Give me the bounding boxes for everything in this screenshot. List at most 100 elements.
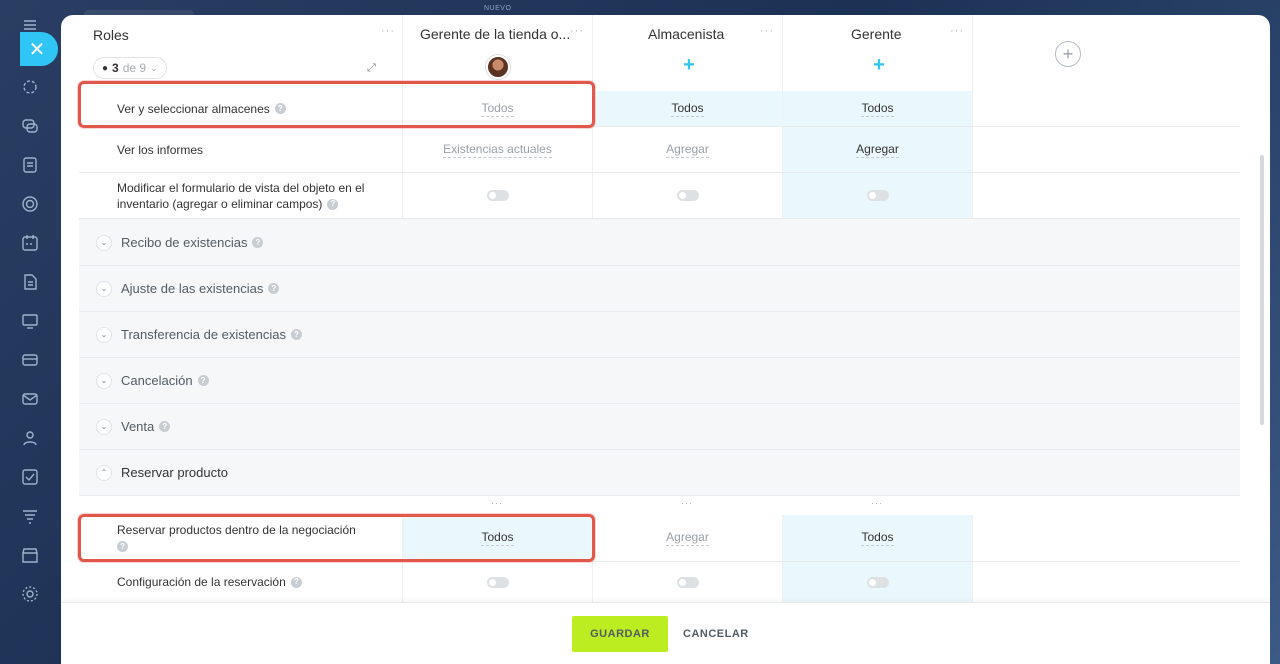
permission-value: Agregar	[666, 141, 709, 158]
permission-cell[interactable]: Todos	[593, 91, 783, 126]
section-stock-transfer[interactable]: ⌄ Transferencia de existencias?	[79, 312, 1240, 358]
section-reserve-product[interactable]: ⌃ Reservar producto	[79, 450, 1240, 496]
empty-cell	[973, 562, 1240, 602]
permission-toggle[interactable]	[486, 576, 509, 588]
role-menu-dots[interactable]: ···	[760, 26, 774, 37]
permission-toggle[interactable]	[486, 190, 509, 201]
permission-value: Existencias actuales	[443, 141, 552, 158]
document-icon[interactable]	[21, 273, 39, 291]
help-icon[interactable]: ?	[268, 283, 280, 294]
permission-cell[interactable]	[593, 173, 783, 218]
eye-icon: ●	[102, 62, 109, 74]
permission-value: Agregar	[856, 141, 899, 158]
add-user-button[interactable]: +	[869, 55, 889, 76]
empty-cell	[973, 173, 1240, 218]
roles-menu-dots[interactable]: ···	[381, 26, 395, 37]
filter-icon[interactable]	[21, 507, 39, 525]
column-menu-dots[interactable]: ···	[871, 499, 883, 508]
roles-counter[interactable]: ● 3 de 9 ⌄	[93, 57, 167, 79]
role-menu-dots[interactable]: ···	[950, 26, 964, 37]
close-button[interactable]: ✕	[20, 32, 58, 66]
section-label: Transferencia de existencias	[121, 327, 286, 342]
help-icon[interactable]: ?	[327, 198, 339, 210]
mail-icon[interactable]	[21, 390, 39, 408]
permission-cell[interactable]	[783, 173, 973, 218]
section-stock-receipt[interactable]: ⌄ Recibo de existencias?	[79, 220, 1240, 266]
empty-cell	[973, 515, 1240, 561]
target-icon[interactable]	[21, 195, 39, 213]
permission-cell[interactable]	[593, 562, 783, 602]
settings-icon[interactable]	[21, 585, 39, 603]
chat-icon[interactable]	[21, 117, 39, 135]
permission-label-text: Ver los informes	[117, 142, 204, 157]
section-label: Ajuste de las existencias	[121, 281, 264, 296]
add-user-button[interactable]: +	[679, 55, 699, 76]
permission-toggle[interactable]	[866, 576, 889, 588]
column-menu-dots[interactable]: ···	[491, 499, 503, 508]
empty-cell	[973, 91, 1240, 126]
role-title: Gerente de la tienda o...	[420, 26, 571, 42]
permission-label-text: Modificar el formulario de vista del obj…	[117, 180, 382, 212]
section-label: Cancelación	[121, 373, 193, 388]
chevron-down-icon: ⌄	[96, 372, 112, 389]
section-cancellation[interactable]: ⌄ Cancelación?	[79, 358, 1240, 404]
avatar[interactable]	[486, 55, 510, 79]
permission-cell[interactable]	[783, 562, 973, 602]
permission-value: Todos	[861, 530, 894, 546]
tasks-icon[interactable]	[21, 156, 39, 174]
dots-row-bg	[79, 496, 1240, 515]
calendar-icon[interactable]	[21, 234, 39, 252]
checkbox-icon[interactable]	[21, 468, 39, 486]
table-header: Roles ··· ● 3 de 9 ⌄ ⤢ Gerente de la tie…	[79, 15, 1240, 91]
scrollbar[interactable]	[1260, 155, 1264, 425]
monitor-icon[interactable]	[21, 312, 39, 330]
users-icon[interactable]	[21, 429, 39, 447]
permission-cell[interactable]: Agregar	[593, 127, 783, 172]
permission-value: Agregar	[666, 530, 709, 546]
background-label: NUEVO	[484, 5, 512, 12]
role-menu-dots[interactable]: ···	[570, 26, 584, 37]
permission-cell[interactable]: Agregar	[783, 127, 973, 172]
close-icon: ✕	[28, 38, 46, 61]
permission-cell[interactable]: Agregar	[593, 515, 783, 561]
help-icon[interactable]: ?	[159, 421, 171, 432]
chevron-down-icon: ⌄	[150, 62, 158, 73]
permission-toggle[interactable]	[676, 576, 699, 588]
help-icon[interactable]: ?	[290, 576, 302, 588]
activity-icon[interactable]	[21, 78, 39, 96]
cancel-button[interactable]: CANCELAR	[683, 616, 749, 652]
highlight-box	[78, 81, 595, 128]
section-label: Recibo de existencias	[121, 235, 248, 250]
help-icon[interactable]: ?	[291, 329, 302, 340]
role-column-header: Almacenista ··· +	[593, 15, 783, 91]
permission-cell[interactable]: Existencias actuales	[403, 127, 593, 172]
save-button[interactable]: GUARDAR	[572, 616, 668, 652]
permission-toggle[interactable]	[866, 190, 889, 201]
section-sale[interactable]: ⌄ Venta?	[79, 404, 1240, 450]
collapse-expand-icon[interactable]: ⤢	[367, 62, 376, 75]
table-row: Modificar el formulario de vista del obj…	[79, 173, 1240, 219]
section-stock-adjustment[interactable]: ⌄ Ajuste de las existencias?	[79, 266, 1240, 312]
permission-label-text: Configuración de la reservación	[117, 575, 286, 589]
help-icon[interactable]: ?	[252, 237, 264, 248]
permission-cell[interactable]: Todos	[783, 91, 973, 126]
permissions-panel: Roles ··· ● 3 de 9 ⌄ ⤢ Gerente de la tie…	[61, 15, 1270, 664]
column-menu-dots[interactable]: ···	[681, 499, 693, 508]
add-role-button[interactable]: +	[1055, 41, 1081, 67]
permission-toggle[interactable]	[676, 190, 699, 201]
store-icon[interactable]	[21, 546, 39, 564]
help-icon[interactable]: ?	[197, 375, 209, 386]
permission-value: Todos	[671, 100, 704, 117]
permissions-table: Roles ··· ● 3 de 9 ⌄ ⤢ Gerente de la tie…	[78, 15, 1240, 602]
counter-total: de 9	[122, 61, 147, 75]
table-row: Ver los informes Existencias actuales Ag…	[79, 127, 1240, 173]
permission-cell[interactable]: Todos	[783, 515, 973, 561]
roles-title: Roles	[93, 27, 129, 43]
card-icon[interactable]	[21, 351, 39, 369]
chevron-down-icon: ⌄	[96, 280, 112, 297]
role-column-header: Gerente de la tienda o... ···	[403, 15, 593, 91]
role-column-header: Gerente ··· +	[783, 15, 973, 91]
roles-header: Roles ··· ● 3 de 9 ⌄ ⤢	[79, 15, 403, 91]
permission-cell[interactable]	[403, 173, 593, 218]
permission-cell[interactable]	[403, 562, 593, 602]
